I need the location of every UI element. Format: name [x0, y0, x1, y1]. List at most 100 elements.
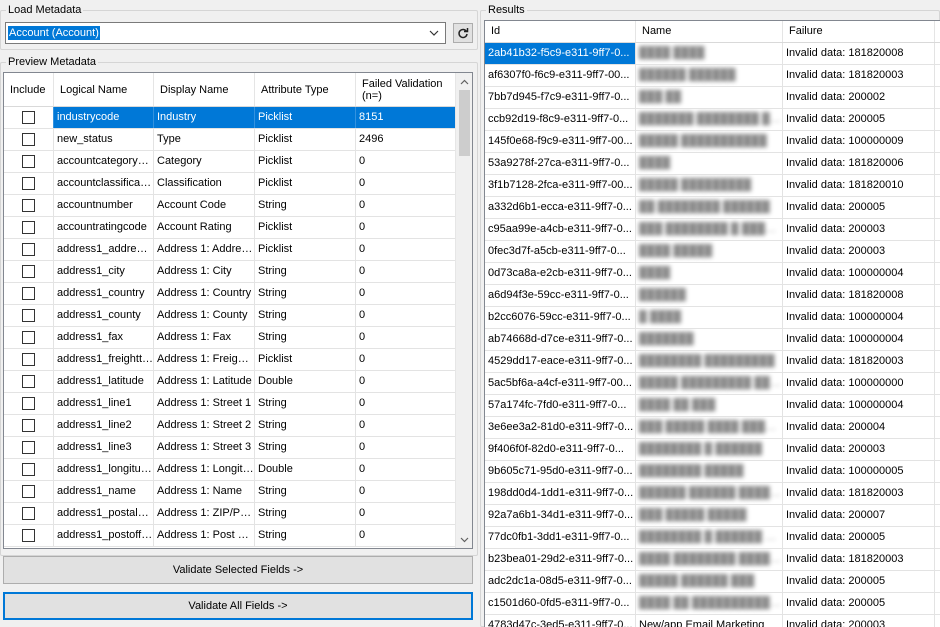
result-id-cell[interactable]: ab74668d-d7ce-e311-9ff7-0... [485, 329, 636, 350]
result-failure-cell[interactable]: Invalid data: 181820008 [783, 43, 935, 64]
attribute-type-cell[interactable]: Picklist [255, 349, 356, 370]
include-checkbox[interactable] [22, 177, 35, 190]
include-cell[interactable] [4, 437, 54, 458]
display-name-cell[interactable]: Account Code [154, 195, 255, 216]
result-id-cell[interactable]: a332d6b1-ecca-e311-9ff7-0... [485, 197, 636, 218]
result-id-cell[interactable]: a6d94f3e-59cc-e311-9ff7-0... [485, 285, 636, 306]
attribute-type-cell[interactable]: String [255, 503, 356, 524]
table-row[interactable]: address1_longitude Address 1: Longitude Do… [4, 459, 456, 481]
result-name-cell[interactable]: ████████ █ ██████ █████ [636, 527, 783, 548]
attribute-type-cell[interactable]: Picklist [255, 217, 356, 238]
display-name-cell[interactable]: Address 1: Address Type [154, 239, 255, 260]
table-row[interactable]: 2ab41b32-f5c9-e311-9ff7-0... ████ ████ Inv… [485, 43, 940, 65]
display-name-cell[interactable]: Type [154, 129, 255, 150]
failed-validation-cell[interactable]: 0 [356, 415, 456, 436]
include-checkbox[interactable] [22, 419, 35, 432]
result-id-cell[interactable]: b2cc6076-59cc-e311-9ff7-0... [485, 307, 636, 328]
table-row[interactable]: 198dd0d4-1dd1-e311-9ff7-0... ██████ █████… [485, 483, 940, 505]
table-row[interactable]: 53a9278f-27ca-e311-9ff7-0... ████ Invalid … [485, 153, 940, 175]
result-name-cell[interactable]: ██████ ██████ [636, 65, 783, 86]
failed-validation-cell[interactable]: 0 [356, 503, 456, 524]
attribute-type-cell[interactable]: String [255, 393, 356, 414]
include-cell[interactable] [4, 129, 54, 150]
display-name-cell[interactable]: Address 1: Street 2 [154, 415, 255, 436]
result-name-cell[interactable]: ████████ █ ██████ [636, 439, 783, 460]
metadata-grid-scrollbar[interactable] [455, 73, 472, 548]
include-checkbox[interactable] [22, 441, 35, 454]
logical-name-cell[interactable]: address1_addresstypecode [54, 239, 154, 260]
include-checkbox[interactable] [22, 155, 35, 168]
logical-name-cell[interactable]: address1_freighttermscode [54, 349, 154, 370]
result-name-cell[interactable]: ████████ █████ [636, 461, 783, 482]
failed-validation-cell[interactable]: 0 [356, 437, 456, 458]
table-row[interactable]: ccb92d19-f8c9-e311-9ff7-0... ███████ ████… [485, 109, 940, 131]
result-id-cell[interactable]: 4529dd17-eace-e311-9ff7-0... [485, 351, 636, 372]
failed-validation-cell[interactable]: 0 [356, 151, 456, 172]
include-checkbox[interactable] [22, 265, 35, 278]
result-failure-cell[interactable]: Invalid data: 200003 [783, 241, 935, 262]
result-failure-cell[interactable]: Invalid data: 100000004 [783, 307, 935, 328]
table-row[interactable]: address1_latitude Address 1: Latitude Doub… [4, 371, 456, 393]
result-name-cell[interactable]: ███████ [636, 329, 783, 350]
table-row[interactable]: address1_postofficeboxAddress 1: Post Of… [4, 525, 456, 547]
failed-validation-cell[interactable]: 0 [356, 393, 456, 414]
attribute-type-cell[interactable]: Picklist [255, 129, 356, 150]
logical-name-cell[interactable]: address1_line2 [54, 415, 154, 436]
result-name-cell[interactable]: ████ █████ [636, 241, 783, 262]
refresh-button[interactable] [453, 23, 473, 43]
table-row[interactable]: address1_city Address 1: City String 0 [4, 261, 456, 283]
attribute-type-cell[interactable]: Picklist [255, 173, 356, 194]
result-id-cell[interactable]: 5ac5bf6a-a4cf-e311-9ff7-00... [485, 373, 636, 394]
table-row[interactable]: 4529dd17-eace-e311-9ff7-0... ████████ ███… [485, 351, 940, 373]
result-failure-cell[interactable]: Invalid data: 100000004 [783, 329, 935, 350]
failed-validation-cell[interactable]: 0 [356, 327, 456, 348]
include-cell[interactable] [4, 525, 54, 546]
result-failure-cell[interactable]: Invalid data: 181820006 [783, 153, 935, 174]
result-failure-cell[interactable]: Invalid data: 200005 [783, 593, 935, 614]
result-id-cell[interactable]: 7bb7d945-f7c9-e311-9ff7-0... [485, 87, 636, 108]
column-header-failure[interactable]: Failure [783, 21, 935, 42]
failed-validation-cell[interactable]: 0 [356, 371, 456, 392]
table-row[interactable]: c1501d60-0fd5-e311-9ff7-0... ████ ██ ████… [485, 593, 940, 615]
include-checkbox[interactable] [22, 353, 35, 366]
logical-name-cell[interactable]: address1_longitude [54, 459, 154, 480]
include-cell[interactable] [4, 217, 54, 238]
result-name-cell[interactable]: ██████ ██████ ███████ [636, 483, 783, 504]
logical-name-cell[interactable]: address1_line1 [54, 393, 154, 414]
result-failure-cell[interactable]: Invalid data: 200005 [783, 571, 935, 592]
display-name-cell[interactable]: Address 1: City [154, 261, 255, 282]
display-name-cell[interactable]: Address 1: County [154, 305, 255, 326]
result-name-cell[interactable]: ████ [636, 263, 783, 284]
display-name-cell[interactable]: Address 1: Street 3 [154, 437, 255, 458]
result-name-cell[interactable]: ███████ ████████ ██████ [636, 109, 783, 130]
table-row[interactable]: address1_county Address 1: County String 0 [4, 305, 456, 327]
display-name-cell[interactable]: Address 1: Country [154, 283, 255, 304]
display-name-cell[interactable]: Classification [154, 173, 255, 194]
table-row[interactable]: address1_fax Address 1: Fax String 0 [4, 327, 456, 349]
column-header-logical-name[interactable]: Logical Name [54, 73, 154, 106]
table-row[interactable]: 9f406f0f-82d0-e311-9ff7-0... ████████ █ █… [485, 439, 940, 461]
failed-validation-cell[interactable]: 0 [356, 217, 456, 238]
table-row[interactable]: b23bea01-29d2-e311-9ff7-0... ████ ███████… [485, 549, 940, 571]
failed-validation-cell[interactable]: 0 [356, 173, 456, 194]
include-cell[interactable] [4, 481, 54, 502]
column-header-id[interactable]: Id [485, 21, 636, 42]
table-row[interactable]: adc2dc1a-08d5-e311-9ff7-0... █████ ██████… [485, 571, 940, 593]
logical-name-cell[interactable]: accountclassificationcode [54, 173, 154, 194]
include-cell[interactable] [4, 261, 54, 282]
result-failure-cell[interactable]: Invalid data: 200002 [783, 87, 935, 108]
attribute-type-cell[interactable]: Double [255, 459, 356, 480]
result-name-cell[interactable]: █████ ██████ ███ [636, 571, 783, 592]
failed-validation-cell[interactable]: 0 [356, 261, 456, 282]
table-row[interactable]: 92a7a6b1-34d1-e311-9ff7-0... ███ █████ ██… [485, 505, 940, 527]
column-header-include[interactable]: Include [4, 73, 54, 106]
table-row[interactable]: accountclassificationcodeClassificationP… [4, 173, 456, 195]
result-id-cell[interactable]: ccb92d19-f8c9-e311-9ff7-0... [485, 109, 636, 130]
result-name-cell[interactable]: ██████ [636, 285, 783, 306]
entity-combobox[interactable]: Account (Account) [5, 22, 446, 44]
table-row[interactable]: address1_addresstypecodeAddress 1: Addre… [4, 239, 456, 261]
display-name-cell[interactable]: Address 1: ZIP/Postal Code [154, 503, 255, 524]
table-row[interactable]: 145f0e68-f9c9-e311-9ff7-00... █████ █████… [485, 131, 940, 153]
table-row[interactable]: accountratingcode Account Rating Picklist 0 [4, 217, 456, 239]
logical-name-cell[interactable]: address1_county [54, 305, 154, 326]
